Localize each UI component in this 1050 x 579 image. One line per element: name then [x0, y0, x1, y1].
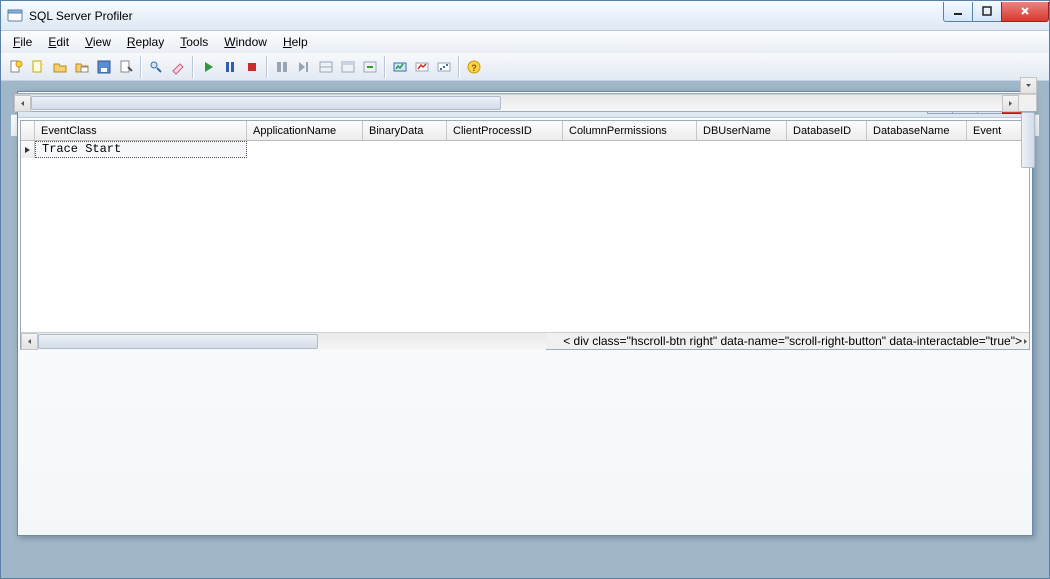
toolbar-separator — [140, 56, 142, 78]
row-indicator-icon — [21, 141, 35, 158]
scroll-track[interactable] — [38, 333, 546, 350]
aggregated-view-button[interactable] — [411, 56, 433, 78]
toolbar: ? — [1, 53, 1049, 81]
col-applicationname[interactable]: ApplicationName — [247, 121, 363, 140]
step-button[interactable] — [271, 56, 293, 78]
toolbar-separator — [384, 56, 386, 78]
cell-databasename[interactable] — [867, 141, 967, 158]
maximize-button[interactable] — [972, 2, 1002, 22]
titlebar-text: SQL Server Profiler — [29, 9, 944, 23]
help-button[interactable]: ? — [463, 56, 485, 78]
stop-button[interactable] — [241, 56, 263, 78]
svg-text:?: ? — [471, 63, 477, 73]
find-button[interactable] — [145, 56, 167, 78]
cell-event[interactable] — [967, 141, 1027, 158]
menu-tools[interactable]: Tools — [172, 33, 216, 51]
toolbar-separator — [266, 56, 268, 78]
col-databaseid[interactable]: DatabaseID — [787, 121, 867, 140]
table-row[interactable]: Trace Start — [21, 141, 1029, 158]
open-file-button[interactable] — [49, 56, 71, 78]
col-eventclass[interactable]: EventClass — [35, 121, 247, 140]
app-icon — [7, 8, 23, 24]
scroll-thumb[interactable] — [31, 96, 501, 110]
minimize-button[interactable] — [943, 2, 973, 22]
app-window: SQL Server Profiler File Edit View Repla… — [0, 0, 1050, 579]
trace-window: Auditar Acesso Negado em Objetos (localh… — [17, 91, 1033, 536]
cell-dbusername[interactable] — [697, 141, 787, 158]
save-button[interactable] — [93, 56, 115, 78]
skip-button[interactable] — [293, 56, 315, 78]
cell-databaseid[interactable] — [787, 141, 867, 158]
col-clientprocessid[interactable]: ClientProcessID — [447, 121, 563, 140]
trace-grid[interactable]: EventClass ApplicationName BinaryData Cl… — [20, 120, 1030, 350]
scroll-thumb[interactable] — [1021, 112, 1035, 168]
scroll-down-button[interactable] — [1020, 77, 1037, 94]
scroll-thumb[interactable] — [38, 334, 318, 349]
mdi-client: Auditar Acesso Negado em Objetos (localh… — [1, 81, 1049, 578]
close-button[interactable] — [1001, 2, 1049, 22]
cell-columnpermissions[interactable] — [563, 141, 697, 158]
scroll-left-button[interactable] — [14, 95, 31, 112]
col-databasename[interactable]: DatabaseName — [867, 121, 967, 140]
toolbar-separator — [458, 56, 460, 78]
tuning-advisor-button[interactable] — [389, 56, 411, 78]
menubar: File Edit View Replay Tools Window Help — [1, 31, 1049, 53]
toggle-breakpoint-button[interactable] — [315, 56, 337, 78]
detail-hscrollbar[interactable] — [14, 94, 1036, 111]
run-button[interactable] — [197, 56, 219, 78]
new-trace-button[interactable] — [5, 56, 27, 78]
menu-replay[interactable]: Replay — [119, 33, 172, 51]
cell-clientprocessid[interactable] — [447, 141, 563, 158]
titlebar[interactable]: SQL Server Profiler — [1, 1, 1049, 31]
col-columnpermissions[interactable]: ColumnPermissions — [563, 121, 697, 140]
menu-help[interactable]: Help — [275, 33, 316, 51]
col-dbusername[interactable]: DBUserName — [697, 121, 787, 140]
scroll-left-button[interactable] — [21, 333, 38, 350]
breakpoints-button[interactable] — [337, 56, 359, 78]
scroll-track[interactable] — [31, 95, 1002, 111]
window-controls — [944, 2, 1049, 22]
detail-pane[interactable] — [13, 93, 1037, 112]
col-binarydata[interactable]: BinaryData — [363, 121, 447, 140]
scroll-right-button[interactable] — [1002, 95, 1019, 112]
menu-view[interactable]: View — [77, 33, 119, 51]
menu-window[interactable]: Window — [216, 33, 275, 51]
cell-applicationname[interactable] — [247, 141, 363, 158]
row-header-corner — [21, 121, 35, 140]
new-template-button[interactable] — [27, 56, 49, 78]
cell-binarydata[interactable] — [363, 141, 447, 158]
grid-body[interactable]: Trace Start — [21, 141, 1029, 332]
clear-button[interactable] — [167, 56, 189, 78]
grid-hscrollbar[interactable]: < div class="hscroll-btn right" data-nam… — [21, 332, 1029, 349]
col-event[interactable]: Event — [967, 121, 1027, 140]
properties-button[interactable] — [115, 56, 137, 78]
grouped-view-button[interactable] — [433, 56, 455, 78]
menu-edit[interactable]: Edit — [40, 33, 77, 51]
grid-header: EventClass ApplicationName BinaryData Cl… — [21, 121, 1029, 141]
run-to-cursor-button[interactable] — [359, 56, 381, 78]
menu-file[interactable]: File — [5, 33, 40, 51]
open-table-button[interactable] — [71, 56, 93, 78]
cell-eventclass[interactable]: Trace Start — [35, 141, 247, 158]
toolbar-separator — [192, 56, 194, 78]
pause-button[interactable] — [219, 56, 241, 78]
